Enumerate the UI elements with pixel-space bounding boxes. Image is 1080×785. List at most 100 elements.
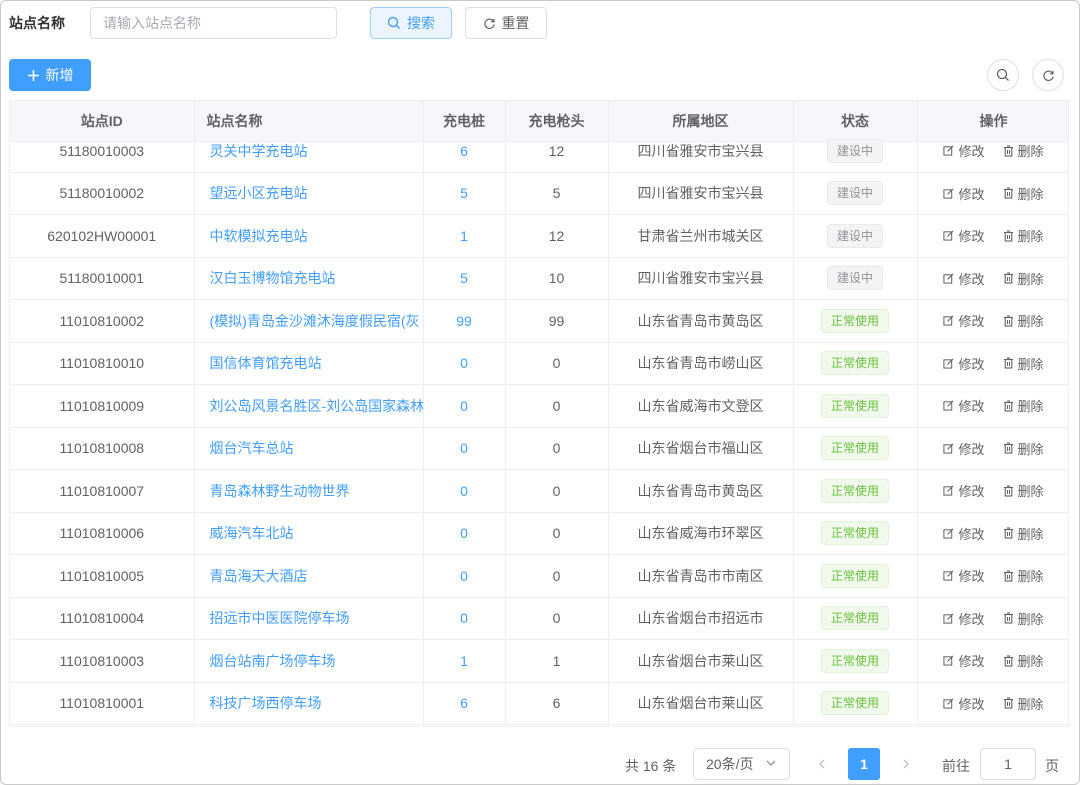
edit-icon [943,188,954,199]
status-badge: 正常使用 [820,606,889,631]
table-row: 11010810003 烟台站南广场停车场 1 1 山东省烟台市莱山区 正常使用 修改 删除 [10,639,1068,683]
pile-count-link[interactable]: 0 [423,554,506,598]
station-name-link[interactable]: 望远小区充电站 [194,172,424,215]
pile-count-link[interactable]: 5 [423,172,506,215]
delete-button[interactable]: 删除 [1003,141,1044,160]
edit-icon [943,485,954,496]
cell-station-id: 51180010003 [10,129,195,173]
delete-button[interactable]: 删除 [1003,651,1044,670]
cell-actions: 修改 删除 [917,257,1068,300]
edit-button[interactable]: 修改 [943,354,985,373]
cell-station-id: 11010810004 [10,597,195,640]
page-size-select[interactable]: 20条/页 [693,748,790,780]
search-button[interactable]: 搜索 [370,7,452,39]
delete-button[interactable]: 删除 [1003,354,1044,373]
pile-count-link[interactable]: 1 [423,639,506,683]
pile-count-link[interactable]: 0 [423,384,506,428]
pile-count-link[interactable]: 6 [423,129,506,173]
toggle-search-button[interactable] [987,59,1019,91]
edit-button[interactable]: 修改 [943,141,985,160]
cell-gun-count: 6 [505,682,609,725]
edit-button[interactable]: 修改 [943,481,985,500]
delete-button[interactable]: 删除 [1003,481,1044,500]
station-name-link[interactable]: 汉白玉博物馆充电站 [194,257,424,300]
station-name-link[interactable]: 青岛森林野生动物世界 [194,469,424,513]
delete-button[interactable]: 删除 [1003,226,1044,245]
delete-button[interactable]: 删除 [1003,609,1044,628]
reset-button[interactable]: 重置 [465,7,547,39]
pile-count-link[interactable]: 0 [423,597,506,640]
cell-station-id: 11010810007 [10,469,195,513]
page-number-current[interactable]: 1 [848,748,880,780]
table-row: 11010810001 科技广场西停车场 6 6 山东省烟台市莱山区 正常使用 修改 删除 [10,682,1068,725]
station-name-link[interactable]: 威海汽车北站 [194,512,424,555]
cell-station-id: 11010810003 [10,639,195,683]
pile-count-link[interactable]: 0 [423,427,506,470]
delete-button[interactable]: 删除 [1003,269,1044,288]
delete-label: 删除 [1017,399,1044,415]
edit-button[interactable]: 修改 [943,694,985,713]
station-name-link[interactable]: 灵关中学充电站 [194,129,424,173]
edit-button[interactable]: 修改 [943,609,985,628]
station-name-link[interactable]: 招远市中医医院停车场 [194,597,424,640]
goto-page-input[interactable] [980,748,1036,780]
delete-button[interactable]: 删除 [1003,184,1044,203]
edit-button[interactable]: 修改 [943,566,985,585]
edit-button[interactable]: 修改 [943,311,985,330]
station-name-link[interactable]: 烟台站南广场停车场 [194,639,424,683]
delete-button[interactable]: 删除 [1003,524,1044,543]
station-name-link[interactable]: 青岛海天大酒店 [194,554,424,598]
pile-count-link[interactable]: 0 [423,469,506,513]
edit-button[interactable]: 修改 [943,396,985,415]
station-name-link[interactable]: 刘公岛风景名胜区-刘公岛国家森林 [194,384,424,428]
cell-station-id: 620102HW00001 [10,214,195,258]
delete-button[interactable]: 删除 [1003,566,1044,585]
refresh-table-button[interactable] [1032,59,1064,91]
cell-station-id: 11010810005 [10,554,195,598]
delete-label: 删除 [1017,526,1044,542]
delete-button[interactable]: 删除 [1003,439,1044,458]
pile-count-link[interactable]: 1 [423,214,506,258]
delete-label: 删除 [1017,271,1044,287]
station-name-link[interactable]: 烟台汽车总站 [194,427,424,470]
edit-icon [943,570,954,581]
edit-button[interactable]: 修改 [943,184,985,203]
status-badge: 建设中 [826,266,883,291]
edit-button[interactable]: 修改 [943,524,985,543]
cell-region: 山东省烟台市莱山区 [608,682,794,725]
next-page-icon[interactable] [896,754,916,774]
edit-label: 修改 [958,484,985,500]
station-name-link[interactable]: 国信体育馆充电站 [194,342,424,385]
cell-gun-count: 5 [505,172,609,215]
pile-count-link[interactable]: 5 [423,257,506,300]
edit-button[interactable]: 修改 [943,651,985,670]
pile-count-link[interactable]: 6 [423,682,506,725]
edit-button[interactable]: 修改 [943,226,985,245]
edit-icon [943,230,954,241]
cell-station-id: 11010810001 [10,682,195,725]
station-name-link[interactable]: (模拟)青岛金沙滩沐海度假民宿(灰 [194,299,424,343]
edit-icon [943,655,954,666]
station-name-link[interactable]: 科技广场西停车场 [194,682,424,725]
edit-label: 修改 [958,526,985,542]
pile-count-link[interactable]: 0 [423,342,506,385]
delete-button[interactable]: 删除 [1003,311,1044,330]
prev-page-icon[interactable] [812,754,832,774]
search-input[interactable] [90,7,337,39]
status-badge: 正常使用 [820,691,889,716]
cell-status: 建设中 [793,172,918,215]
edit-button[interactable]: 修改 [943,269,985,288]
cell-gun-count: 0 [505,597,609,640]
trash-icon [1003,612,1013,624]
cell-region: 四川省雅安市宝兴县 [608,257,794,300]
delete-button[interactable]: 删除 [1003,694,1044,713]
delete-button[interactable]: 删除 [1003,396,1044,415]
trash-icon [1003,230,1013,242]
edit-button[interactable]: 修改 [943,439,985,458]
cell-status: 正常使用 [793,342,918,385]
cell-gun-count: 0 [505,554,609,598]
add-button[interactable]: 新增 [9,59,91,91]
pile-count-link[interactable]: 0 [423,512,506,555]
pile-count-link[interactable]: 99 [423,299,506,343]
station-name-link[interactable]: 中软模拟充电站 [194,214,424,258]
